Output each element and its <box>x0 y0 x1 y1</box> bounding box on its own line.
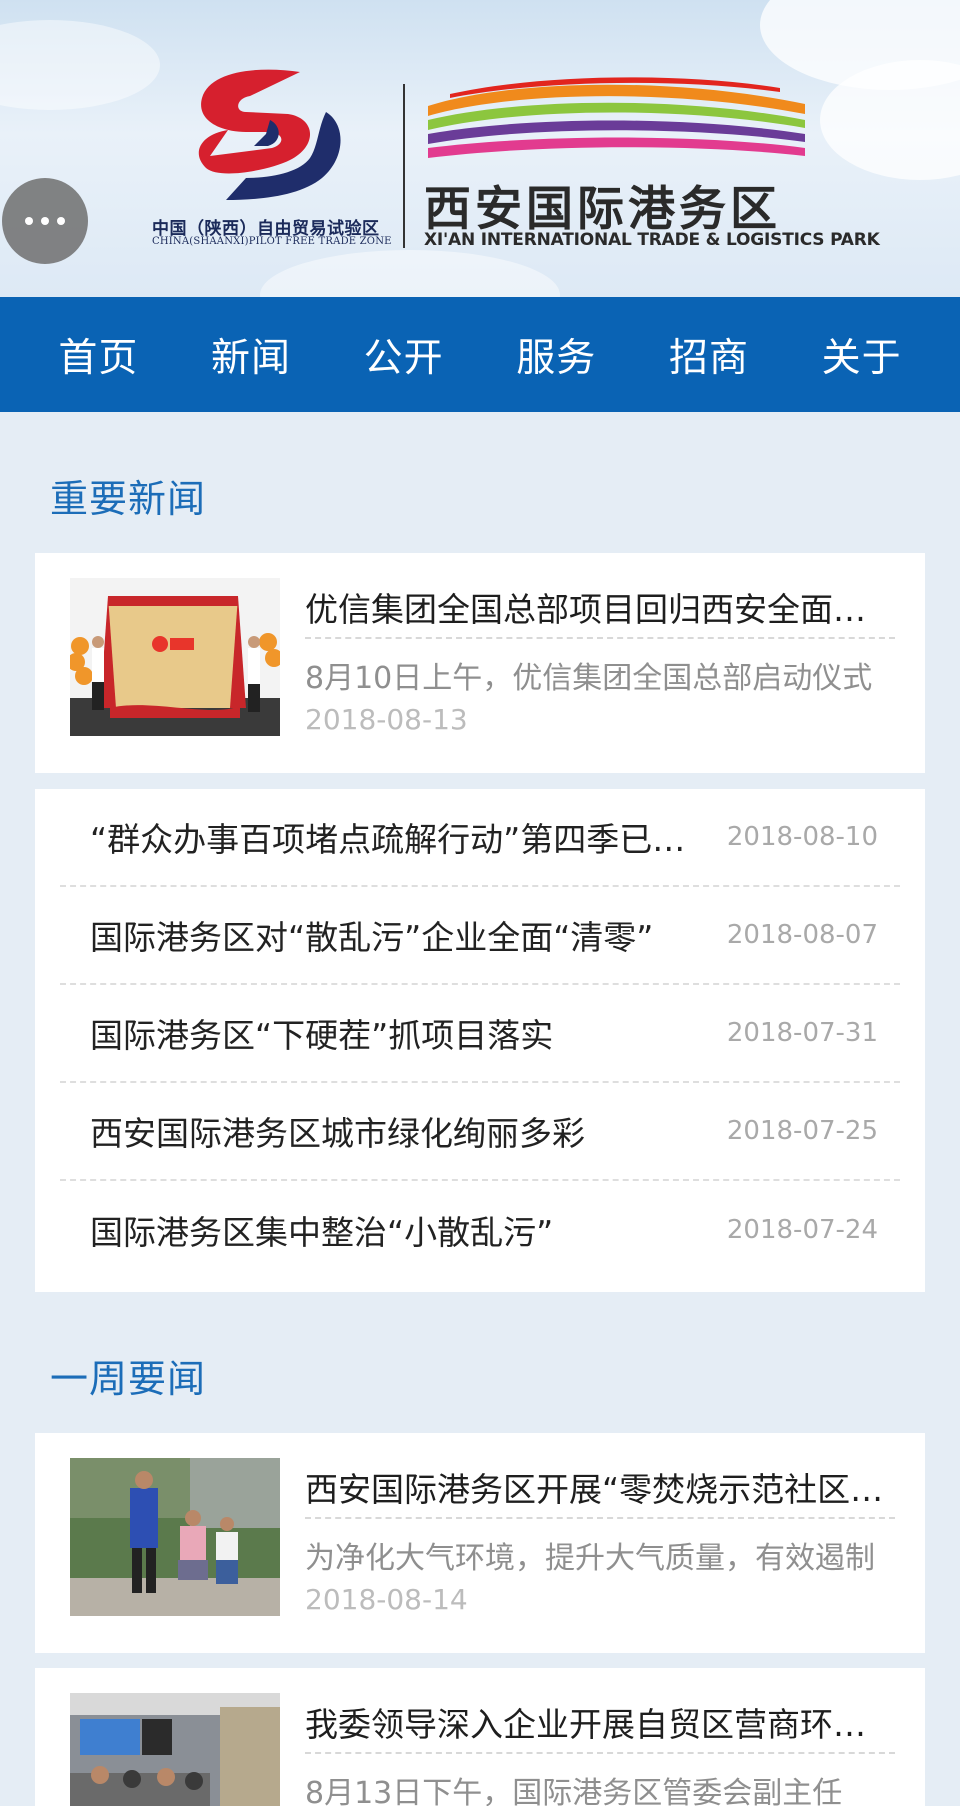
nav-item-public[interactable]: 公开 <box>364 327 444 383</box>
more-dot-icon <box>25 217 33 225</box>
featured-news-card[interactable]: 优信集团全国总部项目回归西安全面启动 8月10日上午，优信集团全国总部启动仪式 … <box>35 553 925 773</box>
weekly-news-summary: 8月13日下午，国际港务区管委会副主任 <box>305 1776 843 1806</box>
featured-news-thumbnail <box>70 578 280 736</box>
divider <box>305 637 895 639</box>
park-logo-stripes <box>428 77 805 158</box>
news-item-title[interactable]: “群众办事百项堵点疏解行动”第四季已启动 <box>90 813 700 861</box>
news-list-item[interactable]: 国际港务区集中整治“小散乱污” 2018-07-24 <box>60 1181 900 1279</box>
weekly-news-thumbnail <box>70 1458 280 1616</box>
news-item-date: 2018-08-10 <box>726 822 878 852</box>
ftz-caption-en: CHINA(SHAANXI)PILOT FREE TRADE ZONE <box>152 236 392 247</box>
news-list-item[interactable]: 国际港务区“下硬茬”抓项目落实 2018-07-31 <box>60 985 900 1083</box>
more-dot-icon <box>41 217 49 225</box>
featured-news-summary: 8月10日上午，优信集团全国总部启动仪式 <box>305 661 873 696</box>
banner-divider <box>403 84 405 248</box>
news-item-date: 2018-08-07 <box>726 920 878 950</box>
section-title-important-news: 重要新闻 <box>50 477 207 521</box>
news-list-item[interactable]: 国际港务区对“散乱污”企业全面“清零” 2018-08-07 <box>60 887 900 985</box>
nav-item-home[interactable]: 首页 <box>58 327 138 383</box>
weekly-news-card[interactable]: 我委领导深入企业开展自贸区营商环境调研 8月13日下午，国际港务区管委会副主任 <box>35 1668 925 1806</box>
nav-item-news[interactable]: 新闻 <box>211 327 291 383</box>
weekly-news-date: 2018-08-14 <box>305 1583 468 1616</box>
news-item-date: 2018-07-25 <box>726 1116 878 1146</box>
featured-news-date: 2018-08-13 <box>305 703 468 736</box>
news-item-date: 2018-07-24 <box>726 1215 878 1245</box>
news-item-title[interactable]: 西安国际港务区城市绿化绚丽多彩 <box>90 1107 700 1155</box>
main-nav: 首页 新闻 公开 服务 招商 关于 <box>0 297 960 412</box>
nav-item-investment[interactable]: 招商 <box>669 327 749 383</box>
weekly-news-title[interactable]: 我委领导深入企业开展自贸区营商环境调研 <box>305 1698 895 1746</box>
more-dot-icon <box>57 217 65 225</box>
more-menu-button[interactable] <box>2 178 88 264</box>
divider <box>305 1752 895 1754</box>
nav-item-about[interactable]: 关于 <box>822 327 902 383</box>
featured-news-title[interactable]: 优信集团全国总部项目回归西安全面启动 <box>305 583 895 631</box>
park-name-en: XI'AN INTERNATIONAL TRADE & LOGISTICS PA… <box>424 230 880 250</box>
section-title-weekly-news: 一周要闻 <box>50 1357 207 1401</box>
news-list-item[interactable]: 西安国际港务区城市绿化绚丽多彩 2018-07-25 <box>60 1083 900 1181</box>
news-list: “群众办事百项堵点疏解行动”第四季已启动 2018-08-10 国际港务区对“散… <box>35 789 925 1292</box>
nav-item-services[interactable]: 服务 <box>516 327 596 383</box>
weekly-news-title[interactable]: 西安国际港务区开展“零焚烧示范社区”活动 <box>305 1463 895 1511</box>
news-list-item[interactable]: “群众办事百项堵点疏解行动”第四季已启动 2018-08-10 <box>60 789 900 887</box>
park-name-cn: 西安国际港务区 <box>424 182 781 237</box>
divider <box>305 1517 895 1519</box>
news-item-title[interactable]: 国际港务区“下硬茬”抓项目落实 <box>90 1009 700 1057</box>
news-item-date: 2018-07-31 <box>726 1018 878 1048</box>
header-banner: 中国（陕西）自由贸易试验区 CHINA(SHAANXI)PILOT FREE T… <box>0 0 960 297</box>
news-item-title[interactable]: 国际港务区对“散乱污”企业全面“清零” <box>90 911 700 959</box>
weekly-news-thumbnail <box>70 1693 280 1806</box>
weekly-news-summary: 为净化大气环境，提升大气质量，有效遏制 <box>305 1541 875 1576</box>
weekly-news-card[interactable]: 西安国际港务区开展“零焚烧示范社区”活动 为净化大气环境，提升大气质量，有效遏制… <box>35 1433 925 1653</box>
news-item-title[interactable]: 国际港务区集中整治“小散乱污” <box>90 1206 700 1254</box>
